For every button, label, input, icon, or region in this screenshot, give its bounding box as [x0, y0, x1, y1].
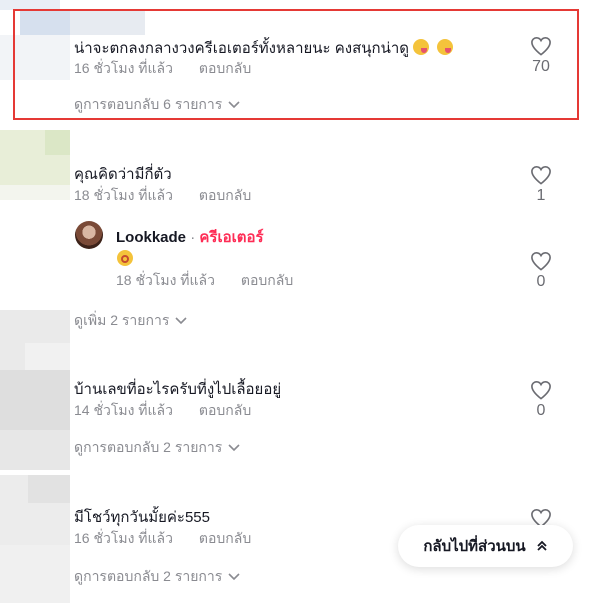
like-count: 70 — [532, 58, 550, 75]
heart-icon — [531, 251, 551, 271]
chevron-down-icon — [228, 101, 240, 109]
comment-time: 18 ชั่วโมง ที่แล้ว — [74, 187, 173, 203]
comment-text: คุณคิดว่ามีกี่ตัว — [74, 166, 172, 183]
avatar[interactable] — [75, 221, 103, 249]
reply-meta: 18 ชั่วโมง ที่แล้ว ตอบกลับ — [116, 270, 293, 292]
reply-time: 18 ชั่วโมง ที่แล้ว — [116, 272, 215, 288]
heart-icon — [531, 380, 551, 400]
view-replies-label: ดูการตอบกลับ 6 รายการ — [74, 96, 223, 112]
comment-time: 14 ชั่วโมง ที่แล้ว — [74, 402, 173, 418]
comment-text: บ้านเลขที่อะไรครับที่งูไปเลื้อยอยู่ — [74, 381, 282, 398]
reply-button[interactable]: ตอบกลับ — [199, 530, 251, 546]
comment-time: 16 ชั่วโมง ที่แล้ว — [74, 530, 173, 546]
like-count: 0 — [536, 273, 546, 290]
chevron-down-icon — [228, 573, 240, 581]
comment-meta: 18 ชั่วโมง ที่แล้ว ตอบกลับ — [74, 185, 251, 207]
view-replies-button[interactable]: ดูการตอบกลับ 2 รายการ — [74, 437, 240, 459]
reply-button[interactable]: ตอบกลับ — [199, 60, 251, 76]
comment-meta: 16 ชั่วโมง ที่แล้ว ตอบกลับ — [74, 528, 251, 550]
like-button[interactable]: 1 — [521, 165, 561, 205]
comment-time: 16 ชั่วโมง ที่แล้ว — [74, 60, 173, 76]
back-to-top-label: กลับไปที่ส่วนบน — [423, 538, 526, 555]
reply-button[interactable]: ตอบกลับ — [241, 272, 293, 288]
heart-icon — [531, 36, 551, 56]
username: Lookkade — [116, 229, 187, 246]
like-button[interactable]: 70 — [521, 36, 561, 76]
view-more-label: ดูเพิ่ม 2 รายการ — [74, 312, 170, 328]
like-count: 0 — [536, 402, 546, 419]
view-replies-label: ดูการตอบกลับ 2 รายการ — [74, 439, 223, 455]
back-to-top-button[interactable]: กลับไปที่ส่วนบน — [398, 525, 573, 567]
view-replies-button[interactable]: ดูการตอบกลับ 2 รายการ — [74, 566, 240, 588]
like-button[interactable]: 0 — [521, 251, 561, 291]
creator-badge: ครีเอเตอร์ — [199, 229, 264, 246]
heart-icon — [531, 165, 551, 185]
comment-text: มีโชว์ทุกวันมั้ยค่ะ555 — [74, 509, 210, 526]
dizzy-face-emoji-icon — [117, 250, 133, 266]
double-chevron-up-icon — [537, 540, 547, 551]
reply-button[interactable]: ตอบกลับ — [199, 402, 251, 418]
view-replies-label: ดูการตอบกลับ 2 รายการ — [74, 568, 223, 584]
like-button[interactable]: 0 — [521, 380, 561, 420]
view-replies-button[interactable]: ดูการตอบกลับ 6 รายการ — [74, 94, 240, 116]
reply-author[interactable]: Lookkade · ครีเอเตอร์ — [116, 225, 264, 249]
comment-meta: 16 ชั่วโมง ที่แล้ว ตอบกลับ — [74, 58, 251, 80]
separator: · — [186, 229, 200, 246]
chevron-down-icon — [175, 317, 187, 325]
like-count: 1 — [536, 187, 546, 204]
reply-text — [117, 250, 133, 269]
comment-meta: 14 ชั่วโมง ที่แล้ว ตอบกลับ — [74, 400, 251, 422]
reply-button[interactable]: ตอบกลับ — [199, 187, 251, 203]
view-more-button[interactable]: ดูเพิ่ม 2 รายการ — [74, 310, 187, 332]
laughing-sweat-emoji-icon — [413, 39, 430, 55]
laughing-sweat-emoji-icon — [437, 39, 454, 55]
chevron-down-icon — [228, 444, 240, 452]
comment-text: น่าจะตกลงกลางวงครีเอเตอร์ทั้งหลายนะ คงสน… — [74, 36, 454, 60]
